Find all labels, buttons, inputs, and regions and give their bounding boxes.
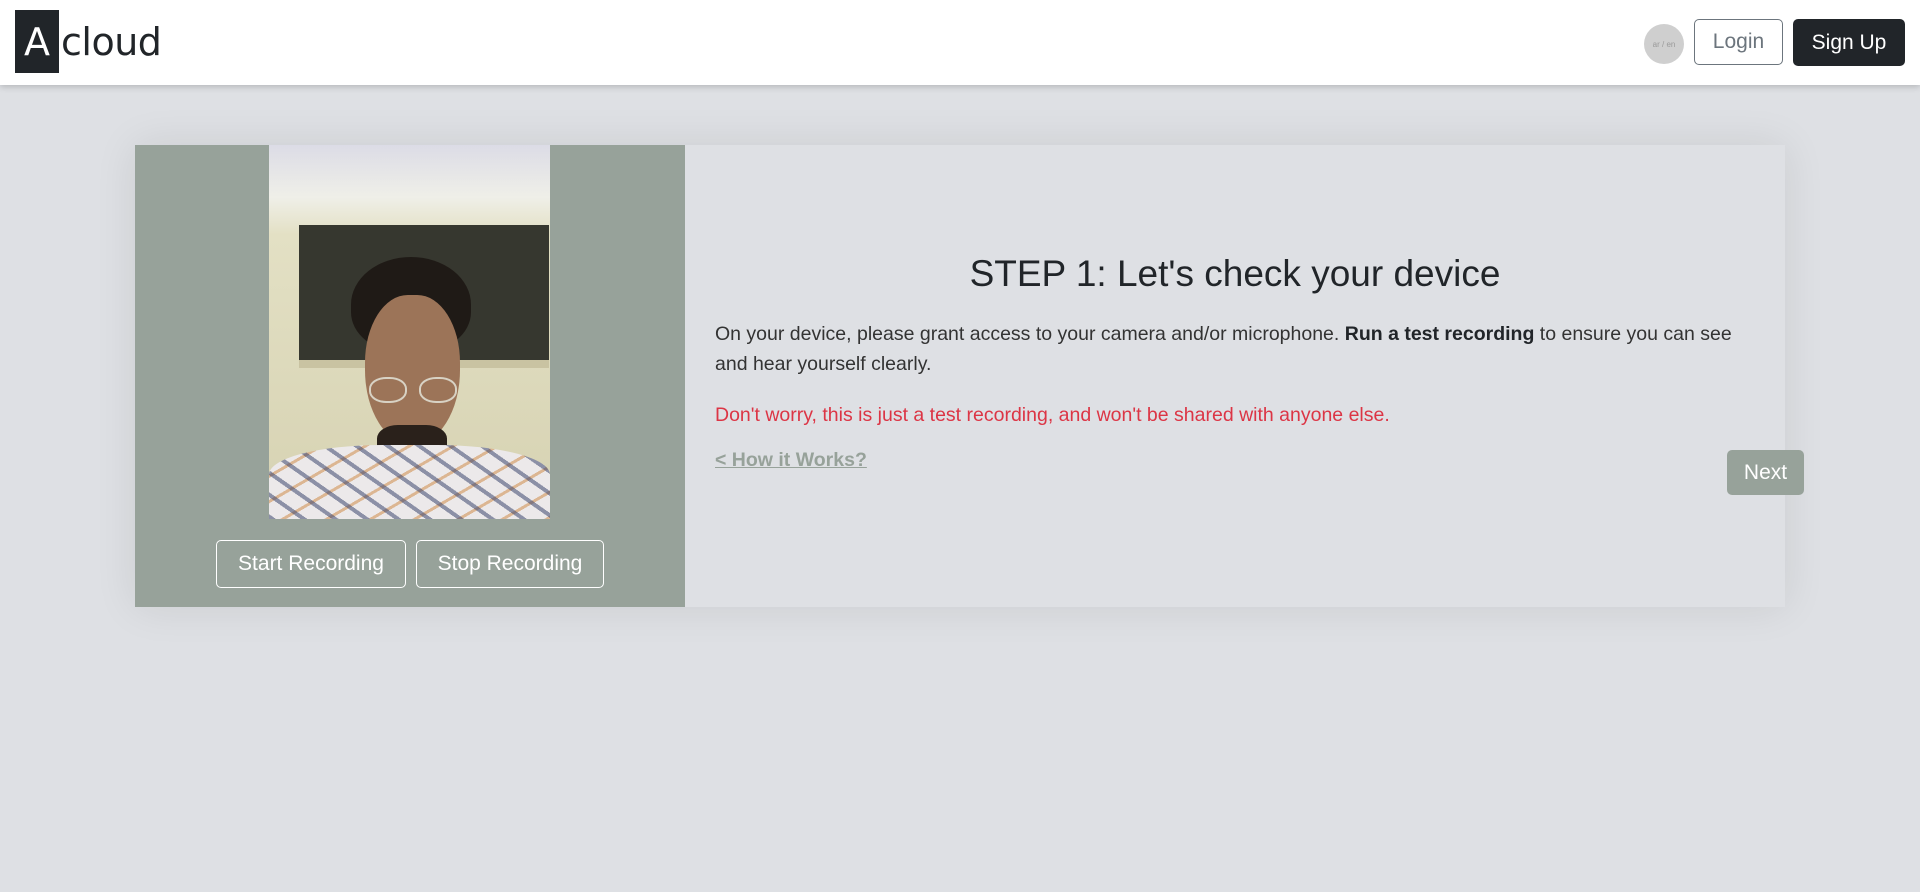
stop-recording-button[interactable]: Stop Recording bbox=[416, 540, 604, 588]
signup-button[interactable]: Sign Up bbox=[1793, 19, 1905, 66]
step-title: STEP 1: Let's check your device bbox=[969, 253, 1501, 294]
site-logo[interactable]: A cloud bbox=[15, 10, 162, 73]
how-it-works-link[interactable]: < How it Works? bbox=[715, 449, 867, 472]
recording-controls: Start Recording Stop Recording bbox=[135, 540, 685, 588]
instructions-panel: STEP 1: Let's check your device On your … bbox=[685, 145, 1804, 607]
logo-text: cloud bbox=[61, 19, 162, 64]
login-button[interactable]: Login bbox=[1694, 19, 1783, 65]
next-button[interactable]: Next bbox=[1727, 450, 1804, 495]
logo-mark: A bbox=[15, 10, 59, 73]
privacy-notice: Don't worry, this is just a test recordi… bbox=[715, 404, 1390, 426]
start-recording-button[interactable]: Start Recording bbox=[216, 540, 406, 588]
camera-preview-video bbox=[269, 145, 550, 519]
recorder-panel: Start Recording Stop Recording bbox=[135, 145, 685, 607]
top-navbar: A cloud ar / en Login Sign Up bbox=[0, 0, 1920, 85]
device-check-card: Start Recording Stop Recording STEP 1: L… bbox=[135, 145, 1804, 607]
step-description: On your device, please grant access to y… bbox=[715, 323, 1732, 375]
test-recording-emphasis: Run a test recording bbox=[1344, 323, 1535, 345]
language-toggle-icon[interactable]: ar / en bbox=[1644, 24, 1684, 64]
